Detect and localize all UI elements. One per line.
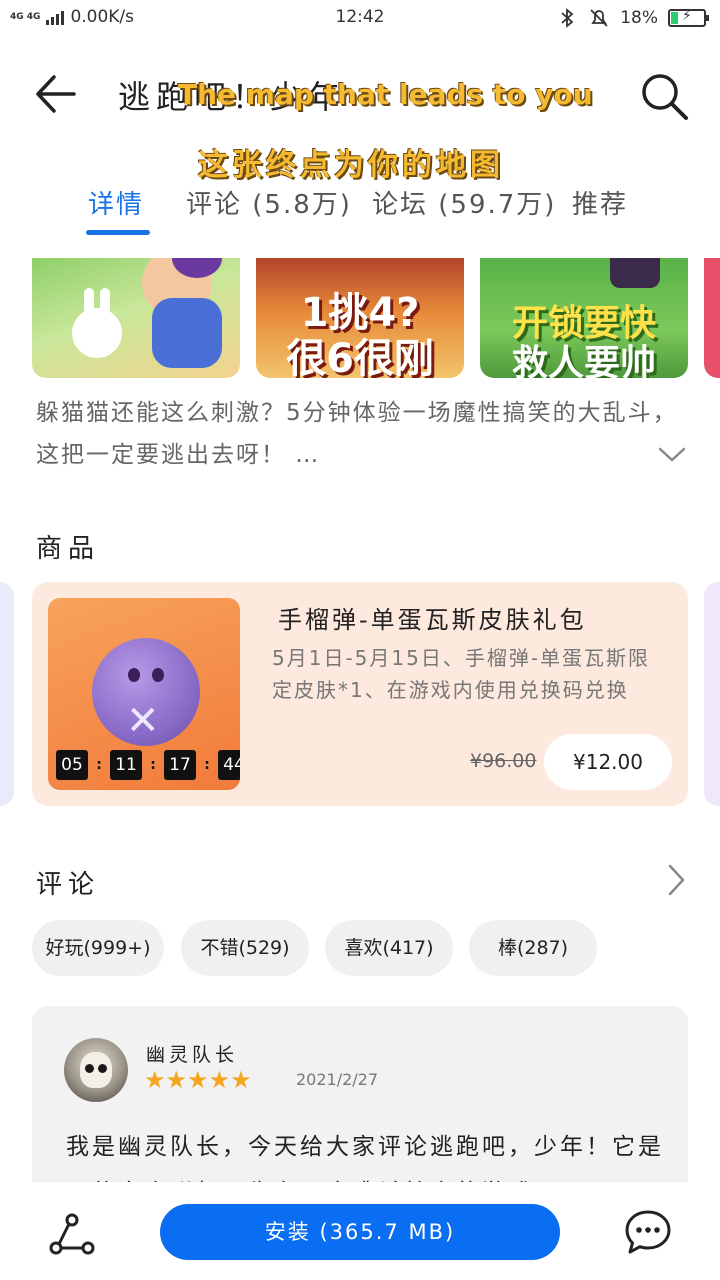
timer-days: 05 xyxy=(56,750,88,780)
goods-image: ✕ 05 : 11 : 17 : 44 xyxy=(48,598,240,790)
chevron-right-icon[interactable] xyxy=(664,862,688,898)
mute-bell-icon xyxy=(590,9,608,27)
countdown-timer: 05 : 11 : 17 : 44 xyxy=(56,750,240,780)
screenshot-4[interactable] xyxy=(704,258,720,378)
goods-carousel: ✕ 05 : 11 : 17 : 44 手榴弹-单蛋瓦斯皮肤礼包 5月1日-5月… xyxy=(0,582,720,808)
timer-seconds: 44 xyxy=(218,750,240,780)
screenshot-3[interactable]: 开锁要快 救人要帅 xyxy=(480,258,688,378)
goods-name: 手榴弹-单蛋瓦斯皮肤礼包 xyxy=(278,606,587,634)
app-description: 躲猫猫还能这么刺激？5分钟体验一场魔性搞笑的大乱斗，这把一定要逃出去呀！ … xyxy=(36,400,678,468)
search-icon[interactable] xyxy=(636,68,692,124)
chip-fun[interactable]: 好玩(999+) xyxy=(32,920,164,976)
chip-great[interactable]: 棒(287) xyxy=(469,920,597,976)
goods-card[interactable]: ✕ 05 : 11 : 17 : 44 手榴弹-单蛋瓦斯皮肤礼包 5月1日-5月… xyxy=(32,582,688,806)
battery-percent: 18% xyxy=(620,8,658,28)
overlay-caption-en: The map that leads to you xyxy=(178,78,593,111)
share-icon[interactable] xyxy=(48,1212,96,1258)
app-header: 逃跑吧！少年 The map that leads to you xyxy=(0,50,720,140)
overlay-caption-cn: 这张终点为你的地图 xyxy=(198,148,504,183)
screenshot-2[interactable]: 1挑4? 很6很刚 xyxy=(256,258,464,378)
rating-stars: ★★★★★ xyxy=(144,1066,252,1094)
screenshot-1[interactable] xyxy=(32,258,240,378)
reviewer-name: 幽灵队长 xyxy=(146,1044,239,1066)
chip-good[interactable]: 不错(529) xyxy=(181,920,309,976)
back-arrow-icon[interactable] xyxy=(30,68,82,120)
status-right: 18% ⚡ xyxy=(556,7,709,29)
tab-active-indicator xyxy=(86,230,150,235)
timer-minutes: 17 xyxy=(164,750,196,780)
avatar[interactable] xyxy=(64,1038,128,1102)
comment-icon[interactable] xyxy=(624,1208,672,1256)
goods-original-price: ¥96.00 xyxy=(470,750,537,772)
battery-icon: ⚡ xyxy=(668,8,709,27)
bluetooth-icon xyxy=(561,8,574,28)
tab-recommend[interactable]: 推荐 xyxy=(572,184,628,221)
chevron-down-icon[interactable] xyxy=(656,438,688,470)
screenshot-carousel[interactable]: 1挑4? 很6很刚 开锁要快 救人要帅 xyxy=(0,258,720,380)
tab-details[interactable]: 详情 xyxy=(88,184,144,221)
goods-card-prev[interactable] xyxy=(0,582,14,806)
chip-like[interactable]: 喜欢(417) xyxy=(325,920,453,976)
tab-bar: 详情 评论 (5.8万) 论坛 (59.7万) 推荐 xyxy=(0,184,720,240)
goods-card-next[interactable] xyxy=(704,582,720,806)
goods-description: 5月1日-5月15日、手榴弹-单蛋瓦斯限定皮肤*1、在游戏内使用兑换码兑换 xyxy=(272,646,651,702)
goods-section-title: 商品 xyxy=(36,534,101,564)
koffing-skin-image: ✕ xyxy=(92,638,200,746)
timer-hours: 11 xyxy=(110,750,142,780)
tab-reviews[interactable]: 评论 (5.8万) xyxy=(186,184,352,221)
install-button[interactable]: 安装 (365.7 MB) xyxy=(160,1204,560,1260)
status-bar: 4G 4G 0.00K/s 12:42 18% ⚡ xyxy=(0,0,720,36)
screenshot-3-caption-2: 救人要帅 xyxy=(511,343,656,378)
buy-price-button[interactable]: ¥12.00 xyxy=(544,734,672,790)
screenshot-2-caption-2: 很6很刚 xyxy=(286,336,434,378)
review-card[interactable]: 幽灵队长 ★★★★★ 2021/2/27 我是幽灵队长，今天给大家评论逃跑吧，少… xyxy=(32,1006,688,1206)
reviews-section-title: 评论 xyxy=(36,870,101,900)
tab-forum[interactable]: 论坛 (59.7万) xyxy=(372,184,556,221)
review-date: 2021/2/27 xyxy=(296,1070,379,1089)
bottom-action-bar: 安装 (365.7 MB) xyxy=(0,1182,720,1280)
